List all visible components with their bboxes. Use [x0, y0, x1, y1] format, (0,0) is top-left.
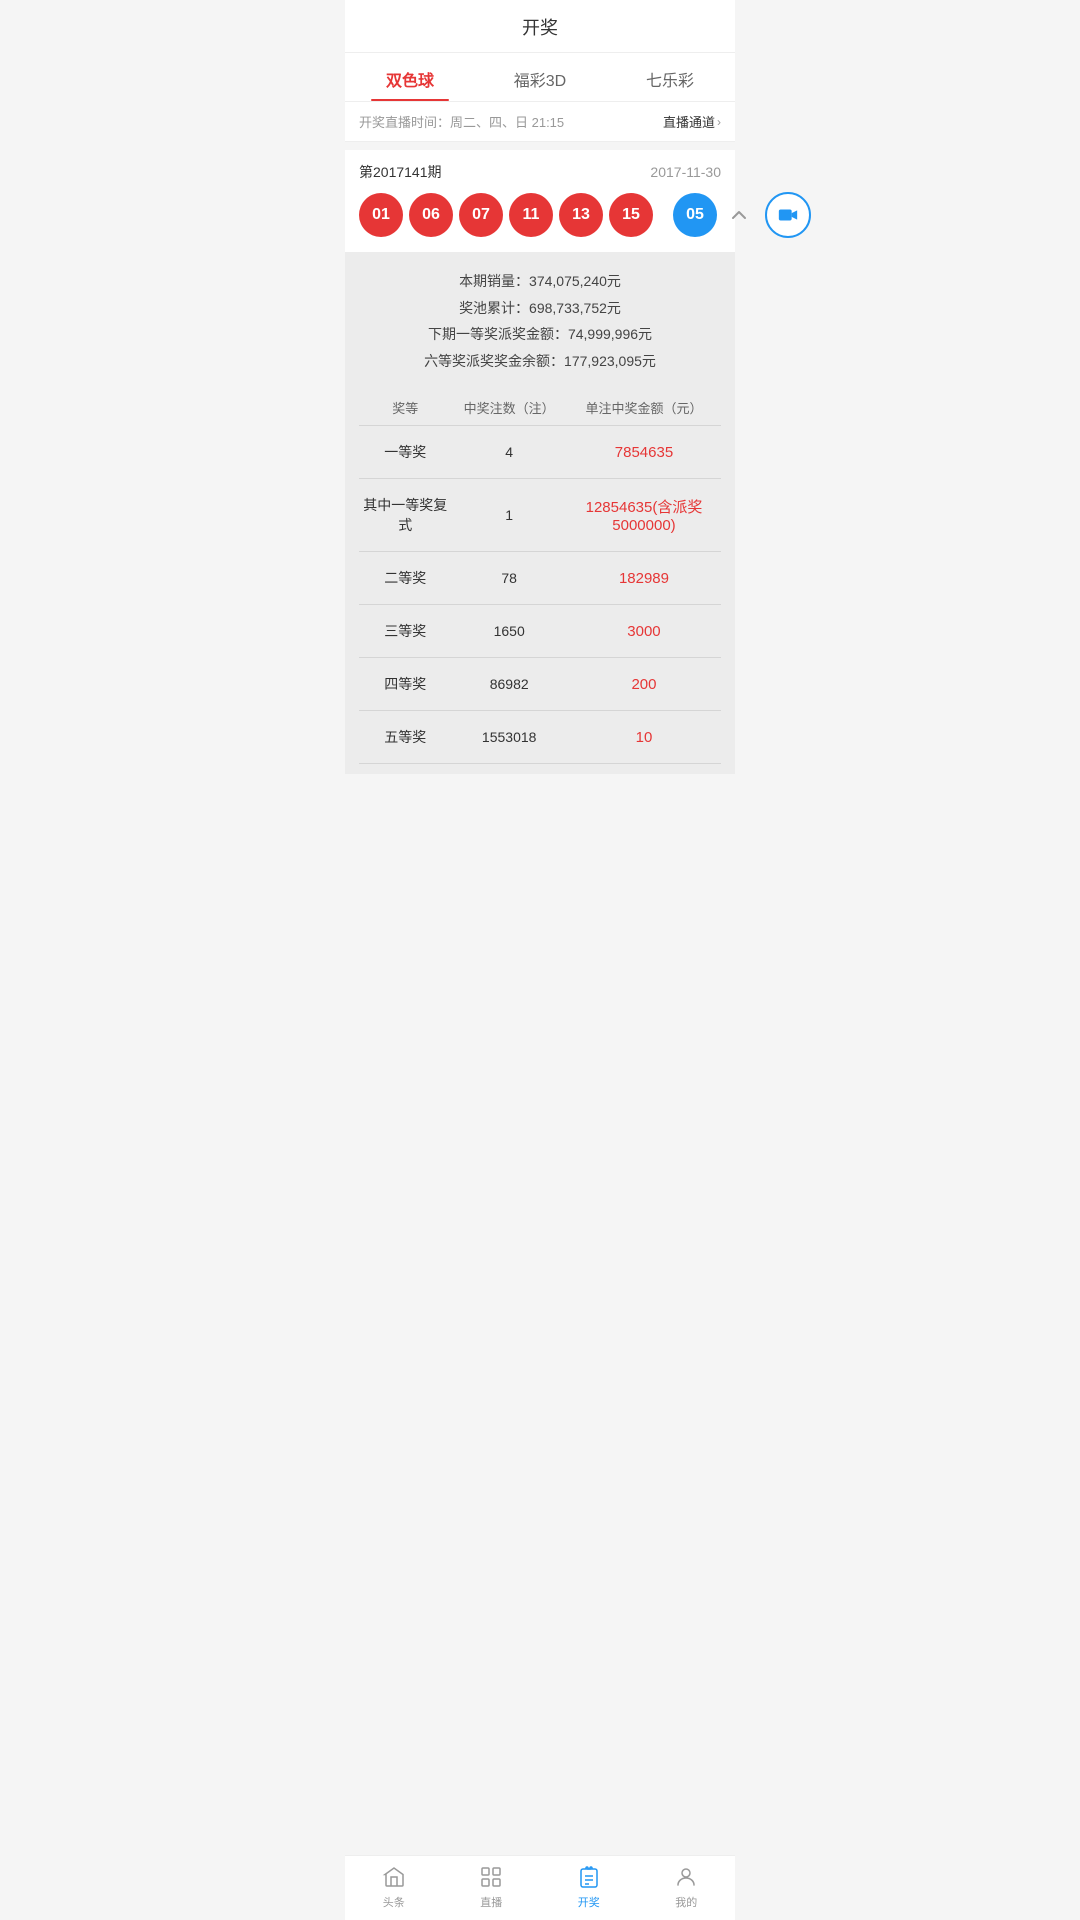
draw-period: 第2017141期	[359, 162, 442, 182]
sixth-remain-text: 六等奖派奖奖金余额：177,923,095元	[359, 348, 721, 375]
amount-1: 7854635	[567, 444, 721, 461]
person-icon	[673, 1864, 699, 1890]
tab-fucai3d[interactable]: 福彩3D	[475, 53, 605, 101]
count-3: 78	[451, 570, 567, 586]
next-first-text: 下期一等奖派奖金额：74,999,996元	[359, 321, 721, 348]
amount-5: 200	[567, 676, 721, 693]
rank-2: 其中一等奖复式	[359, 495, 451, 535]
header-rank: 奖等	[359, 398, 451, 417]
sales-text: 本期销量：374,075,240元	[359, 268, 721, 295]
draw-section: 第2017141期 2017-11-30 01 06 07 11 13 15 0…	[345, 150, 735, 252]
count-5: 86982	[451, 676, 567, 692]
nav-draw-label: 开奖	[578, 1894, 600, 1910]
count-1: 4	[451, 444, 567, 460]
red-ball-2: 06	[409, 193, 453, 237]
prize-table-header: 奖等 中奖注数（注） 单注中奖金额（元）	[359, 388, 721, 426]
rank-5: 四等奖	[359, 674, 451, 694]
nav-mine-label: 我的	[675, 1894, 697, 1910]
video-button[interactable]	[765, 192, 811, 238]
prize-row-2: 其中一等奖复式 1 12854635(含派奖5000000)	[359, 479, 721, 552]
grid-icon	[478, 1864, 504, 1890]
broadcast-schedule: 开奖直播时间：周二、四、日 21:15	[359, 112, 564, 131]
draw-controls	[723, 192, 811, 238]
detail-stats: 本期销量：374,075,240元 奖池累计：698,733,752元 下期一等…	[359, 268, 721, 374]
nav-draw[interactable]: 开奖	[540, 1864, 638, 1910]
amount-4: 3000	[567, 623, 721, 640]
prize-row-1: 一等奖 4 7854635	[359, 426, 721, 479]
nav-headlines[interactable]: 头条	[345, 1864, 443, 1910]
broadcast-link[interactable]: 直播通道 ›	[663, 112, 721, 131]
amount-6: 10	[567, 729, 721, 746]
prize-row-4: 三等奖 1650 3000	[359, 605, 721, 658]
count-6: 1553018	[451, 729, 567, 745]
prize-table: 奖等 中奖注数（注） 单注中奖金额（元） 一等奖 4 7854635 其中一等奖…	[359, 388, 721, 764]
red-ball-5: 13	[559, 193, 603, 237]
tab-shuangseqiu[interactable]: 双色球	[345, 53, 475, 101]
detail-panel: 本期销量：374,075,240元 奖池累计：698,733,752元 下期一等…	[345, 252, 735, 774]
blue-ball: 05	[673, 193, 717, 237]
nav-mine[interactable]: 我的	[638, 1864, 736, 1910]
broadcast-bar: 开奖直播时间：周二、四、日 21:15 直播通道 ›	[345, 102, 735, 142]
prize-row-6: 五等奖 1553018 10	[359, 711, 721, 764]
count-2: 1	[451, 507, 567, 523]
prize-row-5: 四等奖 86982 200	[359, 658, 721, 711]
count-4: 1650	[451, 623, 567, 639]
pool-text: 奖池累计：698,733,752元	[359, 295, 721, 322]
clipboard-icon	[576, 1864, 602, 1890]
header-amount: 单注中奖金额（元）	[567, 398, 721, 417]
nav-headlines-label: 头条	[383, 1894, 405, 1910]
red-ball-3: 07	[459, 193, 503, 237]
red-ball-4: 11	[509, 193, 553, 237]
rank-1: 一等奖	[359, 442, 451, 462]
draw-balls-row: 01 06 07 11 13 15 05	[359, 192, 721, 252]
home-icon	[381, 1864, 407, 1890]
red-ball-1: 01	[359, 193, 403, 237]
tab-bar: 双色球 福彩3D 七乐彩	[345, 53, 735, 102]
draw-header: 第2017141期 2017-11-30	[359, 162, 721, 182]
page-title: 开奖	[345, 0, 735, 53]
rank-6: 五等奖	[359, 727, 451, 747]
header-count: 中奖注数（注）	[451, 398, 567, 417]
prize-row-3: 二等奖 78 182989	[359, 552, 721, 605]
red-ball-6: 15	[609, 193, 653, 237]
draw-date: 2017-11-30	[650, 164, 721, 180]
nav-live[interactable]: 直播	[443, 1864, 541, 1910]
amount-3: 182989	[567, 570, 721, 587]
rank-4: 三等奖	[359, 621, 451, 641]
bottom-nav: 头条 直播 开奖	[345, 1855, 735, 1920]
amount-2: 12854635(含派奖5000000)	[567, 496, 721, 534]
rank-3: 二等奖	[359, 568, 451, 588]
nav-live-label: 直播	[480, 1894, 502, 1910]
tab-qilecai[interactable]: 七乐彩	[605, 53, 735, 101]
collapse-button[interactable]	[723, 199, 755, 231]
